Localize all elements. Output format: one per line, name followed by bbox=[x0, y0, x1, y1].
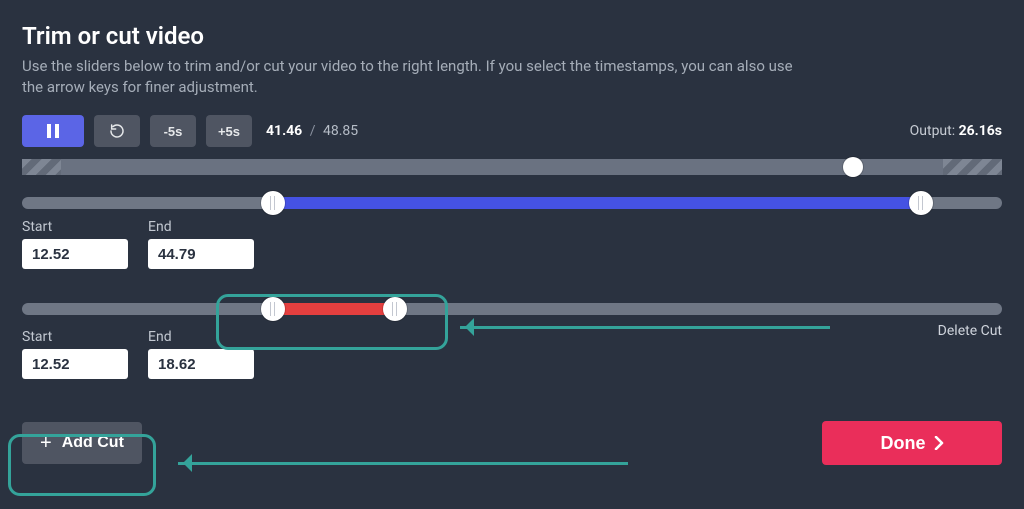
output-value: 26.16s bbox=[959, 123, 1002, 139]
cut-track[interactable] bbox=[22, 303, 1002, 315]
output-readout: Output: 26.16s bbox=[910, 123, 1002, 139]
playback-toolbar: -5s +5s 41.46 / 48.85 Output: 26.16s bbox=[22, 115, 1002, 147]
skip-forward-button[interactable]: +5s bbox=[206, 115, 252, 147]
done-button[interactable]: Done bbox=[822, 421, 1002, 465]
progress-excluded-right bbox=[943, 159, 1002, 175]
page-subtitle: Use the sliders below to trim and/or cut… bbox=[22, 56, 802, 97]
trim-start-input[interactable] bbox=[22, 239, 128, 269]
cut-end-thumb[interactable] bbox=[383, 297, 407, 321]
trim-track[interactable] bbox=[22, 197, 1002, 209]
current-time: 41.46 bbox=[266, 123, 302, 139]
page-title: Trim or cut video bbox=[22, 22, 1002, 50]
trim-start-thumb[interactable] bbox=[261, 191, 285, 215]
playhead-thumb[interactable] bbox=[843, 157, 863, 177]
pause-button[interactable] bbox=[22, 115, 84, 147]
cut-end-label: End bbox=[148, 329, 254, 345]
progress-track[interactable] bbox=[22, 159, 1002, 175]
trim-end-label: End bbox=[148, 219, 254, 235]
time-readout: 41.46 / 48.85 bbox=[266, 123, 358, 139]
cut-fill bbox=[273, 303, 396, 315]
chevron-right-icon bbox=[934, 436, 944, 450]
skip-back-button[interactable]: -5s bbox=[150, 115, 196, 147]
trim-fill bbox=[273, 197, 921, 209]
cut-start-thumb[interactable] bbox=[261, 297, 285, 321]
plus-icon: + bbox=[40, 433, 52, 453]
cut-start-label: Start bbox=[22, 329, 128, 345]
add-cut-button[interactable]: + Add Cut bbox=[22, 422, 142, 464]
cut-start-input[interactable] bbox=[22, 349, 128, 379]
progress-excluded-left bbox=[22, 159, 61, 175]
trim-end-input[interactable] bbox=[148, 239, 254, 269]
time-separator: / bbox=[310, 123, 316, 139]
replay-button[interactable] bbox=[94, 115, 140, 147]
trim-start-label: Start bbox=[22, 219, 128, 235]
pause-icon bbox=[47, 124, 59, 138]
trim-end-thumb[interactable] bbox=[909, 191, 933, 215]
output-label: Output: bbox=[910, 123, 955, 139]
replay-icon bbox=[109, 123, 125, 139]
cut-end-input[interactable] bbox=[148, 349, 254, 379]
done-label: Done bbox=[881, 433, 926, 454]
delete-cut-link[interactable]: Delete Cut bbox=[938, 323, 1002, 339]
total-time: 48.85 bbox=[323, 123, 358, 139]
add-cut-label: Add Cut bbox=[62, 434, 124, 452]
